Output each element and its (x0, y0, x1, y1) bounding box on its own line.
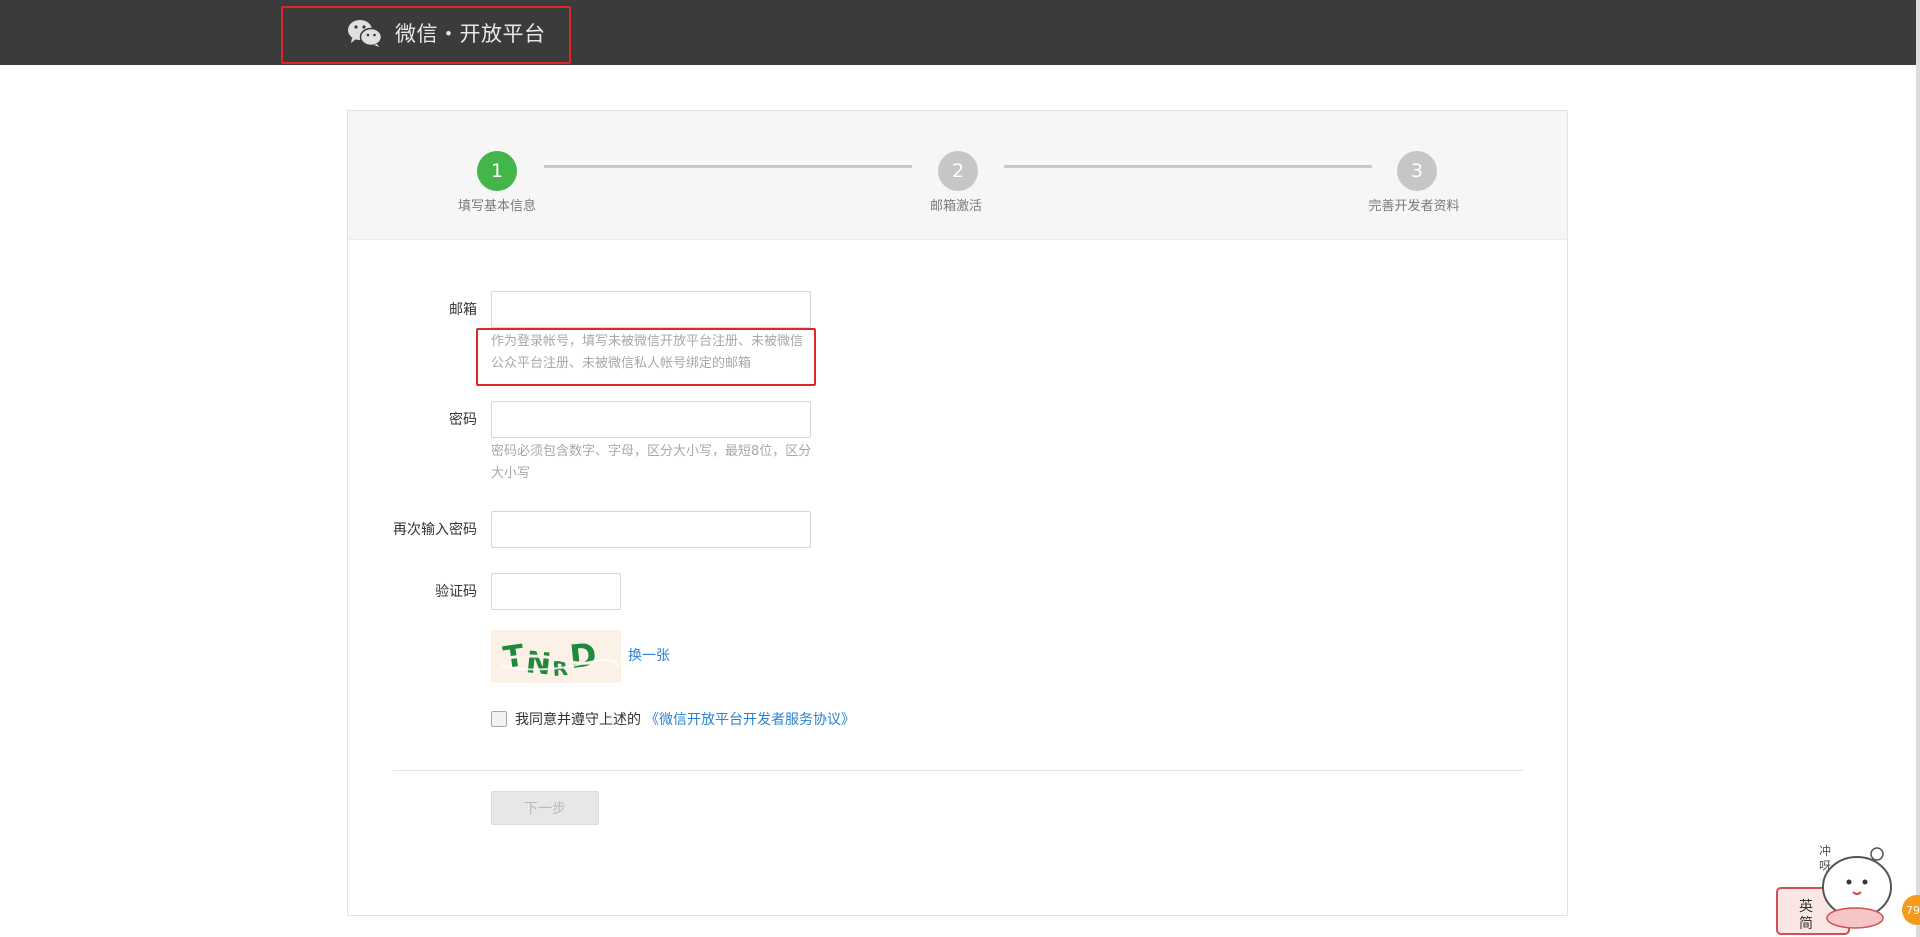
agreement-row: 我同意并遵守上述的 《微信开放平台开发者服务协议》 (491, 709, 855, 729)
password-field[interactable] (491, 401, 811, 438)
step-connector-1 (544, 165, 912, 168)
svg-text:N: N (524, 645, 553, 682)
email-hint-highlight-box (476, 328, 816, 386)
step-1-label: 填写基本信息 (457, 199, 537, 214)
password-hint: 密码必须包含数字、字母，区分大小写，最短8位，区分大小写 (491, 444, 812, 481)
step-connector-2 (1004, 165, 1372, 168)
email-field[interactable] (491, 291, 811, 328)
next-step-button[interactable]: 下一步 (491, 791, 599, 825)
captcha-graphic: T N R D (491, 630, 621, 683)
captcha-label: 验证码 (435, 584, 477, 600)
step-3-circle: 3 (1397, 151, 1437, 191)
email-label: 邮箱 (449, 302, 477, 318)
agreement-text: 我同意并遵守上述的 (515, 712, 641, 728)
form-divider (393, 770, 1523, 771)
mascot-icon (1776, 847, 1892, 935)
step-2-circle: 2 (938, 151, 978, 191)
captcha-field[interactable] (491, 573, 621, 610)
mascot-widget[interactable]: 冲 呀 英 简 (1775, 832, 1920, 937)
captcha-refresh-link[interactable]: 换一张 (628, 645, 670, 665)
title-highlight-box (281, 6, 571, 64)
password-label: 密码 (449, 412, 477, 428)
confirm-password-field[interactable] (491, 511, 811, 548)
step-3-label: 完善开发者资料 (1368, 199, 1460, 214)
agreement-checkbox[interactable] (491, 711, 507, 727)
svg-text:D: D (568, 635, 598, 676)
captcha-image[interactable]: T N R D (491, 630, 621, 683)
step-1-circle: 1 (477, 151, 517, 191)
step-progress: 1 2 3 填写基本信息 邮箱激活 完善开发者资料 (348, 111, 1567, 240)
confirm-password-label: 再次输入密码 (393, 522, 477, 538)
mascot-text-2: 呀 (1819, 859, 1832, 873)
agreement-link[interactable]: 《微信开放平台开发者服务协议》 (645, 709, 855, 729)
vertical-scrollbar[interactable] (1916, 0, 1920, 937)
mascot-text-4: 简 (1799, 916, 1813, 932)
step-2-label: 邮箱激活 (929, 199, 983, 214)
